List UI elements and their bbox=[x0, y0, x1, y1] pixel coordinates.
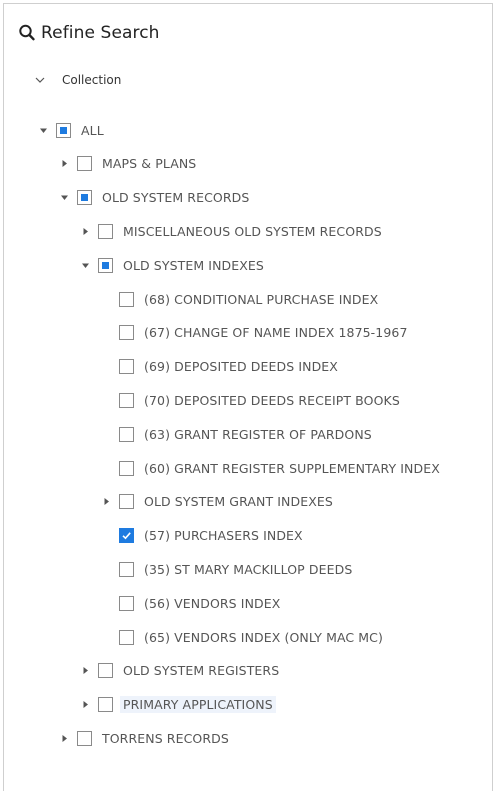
tree-item-all[interactable]: ALL bbox=[38, 119, 104, 141]
collection-section-toggle[interactable]: Collection bbox=[34, 70, 121, 90]
tree-label: (56) VENDORS INDEX bbox=[144, 595, 281, 611]
tree-label: OLD SYSTEM RECORDS bbox=[102, 190, 250, 206]
caret-right-icon[interactable] bbox=[59, 733, 69, 743]
tree-checkbox-deposited-deeds-receipt-books[interactable] bbox=[119, 392, 134, 408]
tree-item-vendors-index[interactable]: (56) VENDORS INDEX bbox=[101, 592, 280, 614]
tree-item-primary-applications[interactable]: PRIMARY APPLICATIONS bbox=[80, 694, 276, 716]
tree-checkbox-deposited-deeds-index[interactable] bbox=[119, 359, 134, 375]
tree-label: PRIMARY APPLICATIONS bbox=[120, 696, 276, 714]
refine-search-panel: Refine Search Collection ALL MAPS & PLANS… bbox=[3, 3, 493, 791]
refine-search-title: Refine Search bbox=[41, 23, 160, 43]
tree-label: (65) VENDORS INDEX (ONLY MAC MC) bbox=[144, 629, 383, 645]
tree-item-maps-plans[interactable]: MAPS & PLANS bbox=[59, 153, 196, 175]
tree-item-old-system-records[interactable]: OLD SYSTEM RECORDS bbox=[59, 187, 249, 209]
tree-item-old-system-grant-indexes[interactable]: OLD SYSTEM GRANT INDEXES bbox=[101, 491, 333, 513]
tree-item-deposited-deeds-index[interactable]: (69) DEPOSITED DEEDS INDEX bbox=[101, 356, 338, 378]
tree-checkbox-vendors-index[interactable] bbox=[119, 595, 134, 611]
tree-item-conditional-purchase-index[interactable]: (68) CONDITIONAL PURCHASE INDEX bbox=[101, 288, 378, 310]
tree-item-torrens-records[interactable]: TORRENS RECORDS bbox=[59, 727, 229, 749]
tree-label: (70) DEPOSITED DEEDS RECEIPT BOOKS bbox=[144, 392, 400, 408]
tree-checkbox-maps-plans[interactable] bbox=[77, 156, 92, 172]
tree-checkbox-old-system-grant-indexes[interactable] bbox=[119, 494, 134, 510]
caret-down-icon[interactable] bbox=[38, 125, 48, 135]
caret-right-icon[interactable] bbox=[59, 159, 69, 169]
tree-checkbox-st-mary-mackillop-deeds[interactable] bbox=[119, 561, 134, 577]
tree-item-grant-register-supplementary-index[interactable]: (60) GRANT REGISTER SUPPLEMENTARY INDEX bbox=[101, 457, 440, 479]
tree-item-vendors-index-only-mac-mc[interactable]: (65) VENDORS INDEX (ONLY MAC MC) bbox=[101, 626, 383, 648]
chevron-down-icon bbox=[34, 74, 46, 86]
search-icon bbox=[18, 23, 38, 43]
tree-label: ALL bbox=[81, 122, 104, 138]
caret-right-icon[interactable] bbox=[80, 700, 90, 710]
tree-checkbox-primary-applications[interactable] bbox=[98, 697, 113, 713]
tree-checkbox-change-of-name-index[interactable] bbox=[119, 325, 134, 341]
tree-item-old-system-registers[interactable]: OLD SYSTEM REGISTERS bbox=[80, 660, 279, 682]
tree-label: (68) CONDITIONAL PURCHASE INDEX bbox=[144, 291, 379, 307]
tree-label: (69) DEPOSITED DEEDS INDEX bbox=[144, 359, 338, 375]
tree-item-old-system-indexes[interactable]: OLD SYSTEM INDEXES bbox=[80, 254, 264, 276]
tree-label: (63) GRANT REGISTER OF PARDONS bbox=[144, 426, 372, 442]
tree-checkbox-old-system-registers[interactable] bbox=[98, 663, 113, 679]
tree-label: TORRENS RECORDS bbox=[102, 730, 229, 746]
tree-label: OLD SYSTEM INDEXES bbox=[123, 257, 264, 273]
tree-checkbox-old-system-indexes[interactable] bbox=[98, 257, 113, 273]
caret-right-icon[interactable] bbox=[101, 497, 111, 507]
tree-checkbox-all[interactable] bbox=[56, 122, 71, 138]
caret-down-icon[interactable] bbox=[80, 260, 90, 270]
tree-checkbox-misc-old-system-records[interactable] bbox=[98, 223, 113, 239]
tree-checkbox-old-system-records[interactable] bbox=[77, 190, 92, 206]
tree-label: MAPS & PLANS bbox=[102, 156, 197, 172]
tree-checkbox-grant-register-supplementary-index[interactable] bbox=[119, 460, 134, 476]
tree-item-deposited-deeds-receipt-books[interactable]: (70) DEPOSITED DEEDS RECEIPT BOOKS bbox=[101, 389, 400, 411]
tree-label: (35) ST MARY MACKILLOP DEEDS bbox=[144, 561, 353, 577]
refine-search-header: Refine Search bbox=[18, 21, 160, 45]
caret-down-icon[interactable] bbox=[59, 193, 69, 203]
tree-item-misc-old-system-records[interactable]: MISCELLANEOUS OLD SYSTEM RECORDS bbox=[80, 220, 382, 242]
tree-label: OLD SYSTEM REGISTERS bbox=[123, 663, 280, 679]
tree-label: OLD SYSTEM GRANT INDEXES bbox=[144, 494, 333, 510]
tree-checkbox-conditional-purchase-index[interactable] bbox=[119, 291, 134, 307]
tree-label: (67) CHANGE OF NAME INDEX 1875-1967 bbox=[144, 325, 408, 341]
tree-item-change-of-name-index[interactable]: (67) CHANGE OF NAME INDEX 1875-1967 bbox=[101, 322, 408, 344]
tree-item-st-mary-mackillop-deeds[interactable]: (35) ST MARY MACKILLOP DEEDS bbox=[101, 558, 352, 580]
tree-checkbox-grant-register-of-pardons[interactable] bbox=[119, 426, 134, 442]
tree-checkbox-purchasers-index[interactable] bbox=[119, 528, 134, 544]
tree-checkbox-torrens-records[interactable] bbox=[77, 730, 92, 746]
caret-right-icon[interactable] bbox=[80, 666, 90, 676]
collection-label: Collection bbox=[62, 73, 122, 87]
caret-right-icon[interactable] bbox=[80, 226, 90, 236]
tree-item-purchasers-index[interactable]: (57) PURCHASERS INDEX bbox=[101, 525, 303, 547]
tree-label: (60) GRANT REGISTER SUPPLEMENTARY INDEX bbox=[144, 460, 440, 476]
tree-label: (57) PURCHASERS INDEX bbox=[144, 528, 303, 544]
tree-checkbox-vendors-index-only-mac-mc[interactable] bbox=[119, 629, 134, 645]
tree-label: MISCELLANEOUS OLD SYSTEM RECORDS bbox=[123, 223, 382, 239]
tree-item-grant-register-of-pardons[interactable]: (63) GRANT REGISTER OF PARDONS bbox=[101, 423, 372, 445]
